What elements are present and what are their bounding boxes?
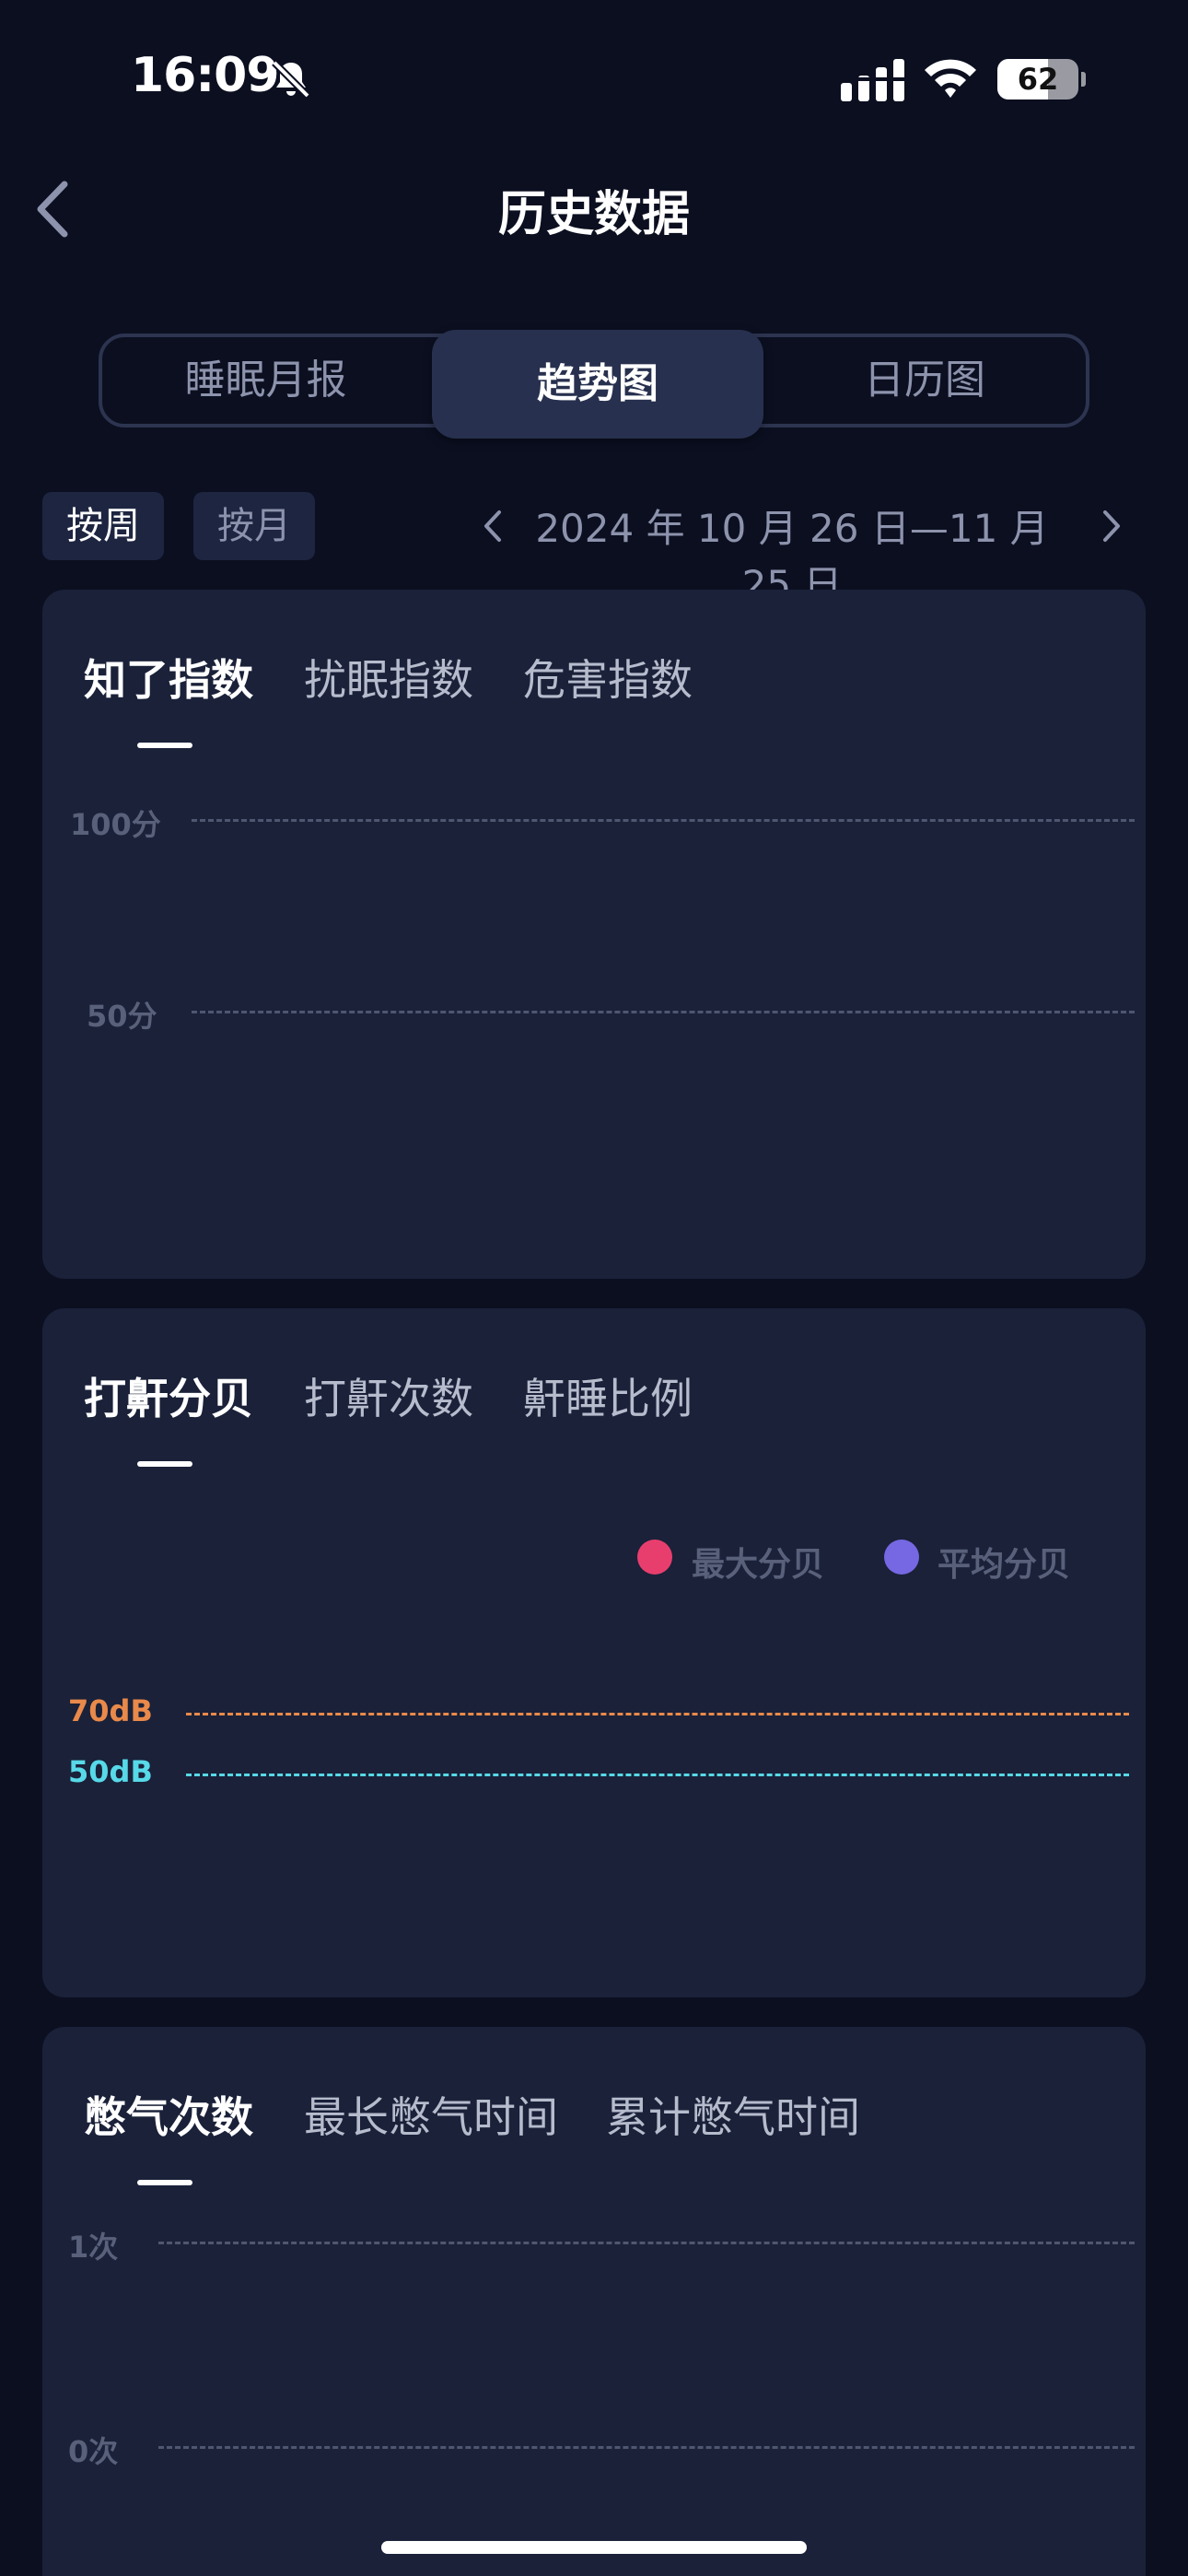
legend-max-decibel-label: 最大分贝 (692, 1546, 825, 1584)
tab-trend-chart[interactable]: 趋势图 (432, 330, 763, 439)
tab-apnea-count[interactable]: 憋气次数 (84, 2084, 253, 2145)
tab-longest-apnea-time[interactable]: 最长憋气时间 (304, 2084, 558, 2145)
by-month-button[interactable]: 按月 (193, 492, 315, 560)
battery-percentage: 62 (1017, 62, 1059, 97)
gridline-50 (192, 1011, 1135, 1013)
tab-sleep-disturbance-index[interactable]: 扰眠指数 (304, 647, 473, 708)
battery-tip (1081, 72, 1086, 87)
wifi-icon (925, 59, 976, 98)
tab-total-apnea-time[interactable]: 累计憋气时间 (606, 2084, 860, 2145)
tab-snore-sleep-ratio[interactable]: 鼾睡比例 (523, 1365, 693, 1426)
snoring-trend-card: 打鼾分贝 打鼾次数 鼾睡比例 最大分贝 平均分贝 70dB 50dB (42, 1308, 1146, 1997)
battery-indicator: 62 (997, 59, 1086, 100)
gridline-label-100: 100分 (70, 807, 161, 842)
apnea-trend-card: 憋气次数 最长憋气时间 累计憋气时间 1次 0次 (42, 2027, 1146, 2576)
status-time: 16:09 (131, 48, 280, 103)
view-segmented-control: 睡眠月报 趋势图 日历图 (99, 330, 1089, 439)
next-period-chevron-icon[interactable] (1098, 505, 1125, 547)
gridline-label-50: 50分 (87, 999, 157, 1034)
tab-sleep-monthly-report[interactable]: 睡眠月报 (102, 334, 429, 427)
history-data-screen: 16:09 62 历史数据 睡眠月报 趋势图 日历图 按周 按月 2024 年 … (0, 0, 1188, 2576)
legend-avg-decibel-dot (884, 1540, 919, 1575)
legend-max-decibel-dot (637, 1540, 672, 1575)
tab-snoring-count[interactable]: 打鼾次数 (304, 1365, 473, 1426)
gridline-label-0: 0次 (68, 2434, 119, 2469)
threshold-label-50db: 50dB (68, 1754, 153, 1789)
index-trend-card: 知了指数 扰眠指数 危害指数 100分 50分 (42, 590, 1146, 1279)
previous-period-chevron-icon[interactable] (479, 505, 507, 547)
active-tab-indicator (137, 743, 192, 748)
cellular-signal-icon (841, 59, 905, 101)
gridline-0 (158, 2446, 1135, 2449)
tab-harm-index[interactable]: 危害指数 (523, 647, 693, 708)
gridline-label-1: 1次 (68, 2230, 119, 2265)
battery-body: 62 (997, 59, 1078, 100)
gridline-100 (192, 819, 1135, 822)
tab-zhiliao-index[interactable]: 知了指数 (84, 647, 253, 708)
gridline-1 (158, 2242, 1135, 2244)
tab-snoring-decibel[interactable]: 打鼾分贝 (84, 1365, 253, 1426)
legend-avg-decibel-label: 平均分贝 (938, 1546, 1071, 1584)
active-tab-indicator (137, 2180, 192, 2185)
page-title: 历史数据 (497, 187, 690, 242)
active-tab-indicator (137, 1461, 192, 1467)
tab-calendar-view[interactable]: 日历图 (763, 334, 1086, 427)
threshold-line-50db (186, 1774, 1129, 1776)
bell-slash-icon (272, 60, 310, 99)
by-week-button[interactable]: 按周 (42, 492, 164, 560)
threshold-line-70db (186, 1713, 1129, 1715)
home-indicator[interactable] (381, 2541, 807, 2554)
threshold-label-70db: 70dB (68, 1693, 153, 1728)
